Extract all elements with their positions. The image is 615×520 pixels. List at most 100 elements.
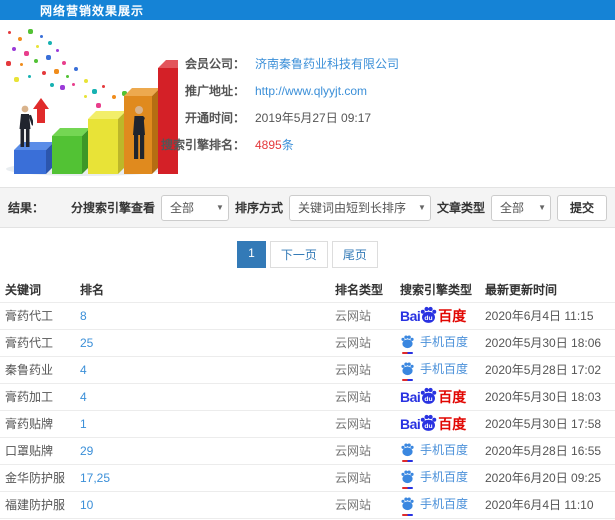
results-filter-bar: 结果： 分搜索引擎查看 全部 排序方式 关键词由短到长排序 文章类型 全部 提交 [0,187,615,228]
baidu-paw-icon: du [421,414,437,431]
table-header-row: 关键词 排名 排名类型 搜索引擎类型 最新更新时间 [0,277,615,302]
baidu-paw-icon: du [421,306,437,323]
rank-link[interactable]: 4 [80,390,87,404]
rank-link[interactable]: 4 [80,363,87,377]
baidu-paw-icon [401,442,414,456]
baidu-paw-icon [401,496,414,510]
keyword-cell: 膏药贴牌 [0,409,80,437]
sort-select[interactable]: 关键词由短到长排序 [288,194,431,221]
confetti-dot [48,41,52,45]
keyword-cell: 口罩贴牌 [0,436,80,464]
field-rank-count: 搜索引擎排名： 4895条 [0,131,615,158]
svg-text:du: du [425,423,433,430]
engine-cell: 手机百度 [400,490,485,518]
rank-count-number: 4895 [255,138,282,152]
table-row: 膏药加工 4 云网站 Bai du 百度 2020年5月30日 18:03 [0,382,615,410]
rank-type-cell: 云网站 [335,409,400,437]
header-engine-type: 搜索引擎类型 [400,282,473,297]
ranking-table: 关键词 排名 排名类型 搜索引擎类型 最新更新时间 膏药代工 8 云网站 Bai… [0,277,615,520]
keyword-cell: 膏药代工 [0,328,80,356]
confetti-dot [40,35,43,38]
keyword-cell: 金华防护服 [0,463,80,491]
promo-url-link[interactable]: http://www.qlyyjt.com [255,84,367,98]
rank-cell: 1 [80,409,335,437]
table-row: 福建防护服 10 云网站 手机百度 2020年6月4日 11:10 [0,490,615,518]
rank-type-cell: 云网站 [335,382,400,410]
page-title: 网络营销效果展示 [40,3,145,18]
keyword-cell: 秦鲁药业 [0,355,80,383]
table-row: 膏药代工 25 云网站 手机百度 2020年5月30日 18:06 [0,328,615,356]
sort-select-wrap: 关键词由短到长排序 [288,194,431,221]
rank-type-cell: 云网站 [335,436,400,464]
baidu-pc-logo: Bai du 百度 [400,386,466,407]
results-label: 结果： [8,201,45,215]
baidu-paw-icon [401,469,414,483]
company-info-fields: 会员公司： 济南秦鲁药业科技有限公司 推广地址： http://www.qlyy… [0,50,615,158]
field-open-time: 开通时间： 2019年5月27日 09:17 [0,104,615,131]
engine-cell: Bai du 百度 [400,382,485,410]
open-time-label: 开通时间： [184,111,245,125]
rank-link[interactable]: 8 [80,309,87,323]
member-company-label: 会员公司： [184,57,245,71]
next-page-button[interactable]: 下一页 [269,241,328,268]
time-cell: 2020年5月30日 17:58 [485,409,615,437]
time-cell: 2020年6月4日 11:10 [485,490,615,518]
baidu-paw-icon: du [421,387,437,404]
rank-cell: 8 [80,301,335,329]
confetti-dot [36,45,39,48]
engine-select[interactable]: 全部 [160,194,229,221]
confetti-dot [18,37,22,41]
header-keyword: 关键词 [5,282,42,297]
rank-type-cell: 云网站 [335,490,400,518]
page-1-button[interactable]: 1 [237,241,266,268]
submit-button[interactable]: 提交 [556,194,607,221]
member-company-link[interactable]: 济南秦鲁药业科技有限公司 [255,55,399,72]
table-row: 膏药贴牌 1 云网站 Bai du 百度 2020年5月30日 17:58 [0,409,615,437]
rank-count-value: 4895条 [255,136,294,153]
engine-cell: 手机百度 [400,463,485,491]
engine-cell: Bai du 百度 [400,301,485,329]
last-page-button[interactable]: 尾页 [331,241,378,268]
engine-filter-label: 分搜索引擎查看 [70,201,155,215]
field-member-company: 会员公司： 济南秦鲁药业科技有限公司 [0,50,615,77]
baidu-pc-logo: Bai du 百度 [400,413,466,434]
baidu-mobile-logo: 手机百度 [400,442,468,462]
rank-link[interactable]: 10 [80,498,93,512]
engine-cell: Bai du 百度 [400,409,485,437]
field-promo-url: 推广地址： http://www.qlyyjt.com [0,77,615,104]
rank-link[interactable]: 29 [80,444,93,458]
header-rank-type: 排名类型 [335,282,384,297]
open-time-value: 2019年5月27日 09:17 [255,111,372,125]
engine-cell: 手机百度 [400,436,485,464]
article-type-select[interactable]: 全部 [490,194,551,221]
rank-link[interactable]: 1 [80,417,87,431]
baidu-mobile-logo: 手机百度 [400,334,468,354]
confetti-dot [8,31,11,34]
engine-cell: 手机百度 [400,355,485,383]
article-type-label: 文章类型 [436,201,485,215]
svg-text:du: du [425,315,433,322]
header-update-time: 最新更新时间 [485,282,558,297]
rank-link[interactable]: 25 [80,336,93,350]
info-section: 会员公司： 济南秦鲁药业科技有限公司 推广地址： http://www.qlyy… [0,20,615,187]
sort-filter-label: 排序方式 [234,201,283,215]
time-cell: 2020年6月4日 11:15 [485,301,615,329]
article-select-wrap: 全部 [490,194,551,221]
rank-link[interactable]: 17,25 [80,471,110,485]
confetti-dot [28,29,33,34]
time-cell: 2020年6月20日 09:25 [485,463,615,491]
table-row: 口罩贴牌 29 云网站 手机百度 2020年5月28日 16:55 [0,436,615,464]
table-row: 秦鲁药业 4 云网站 手机百度 2020年5月28日 17:02 [0,355,615,383]
table-row: 膏药代工 8 云网站 Bai du 百度 2020年6月4日 11:15 [0,301,615,329]
time-cell: 2020年5月28日 17:02 [485,355,615,383]
baidu-pc-logo: Bai du 百度 [400,305,466,326]
rank-cell: 4 [80,355,335,383]
rank-cell: 10 [80,490,335,518]
promo-url-label: 推广地址： [184,84,245,98]
keyword-cell: 膏药加工 [0,382,80,410]
time-cell: 2020年5月30日 18:03 [485,382,615,410]
page: 网络营销效果展示 会员公司： 济南秦鲁药业科技有限公司 推广地址： http:/… [0,0,615,520]
baidu-paw-icon [401,361,414,375]
rank-count-unit: 条 [281,138,294,152]
svg-text:du: du [425,396,433,403]
